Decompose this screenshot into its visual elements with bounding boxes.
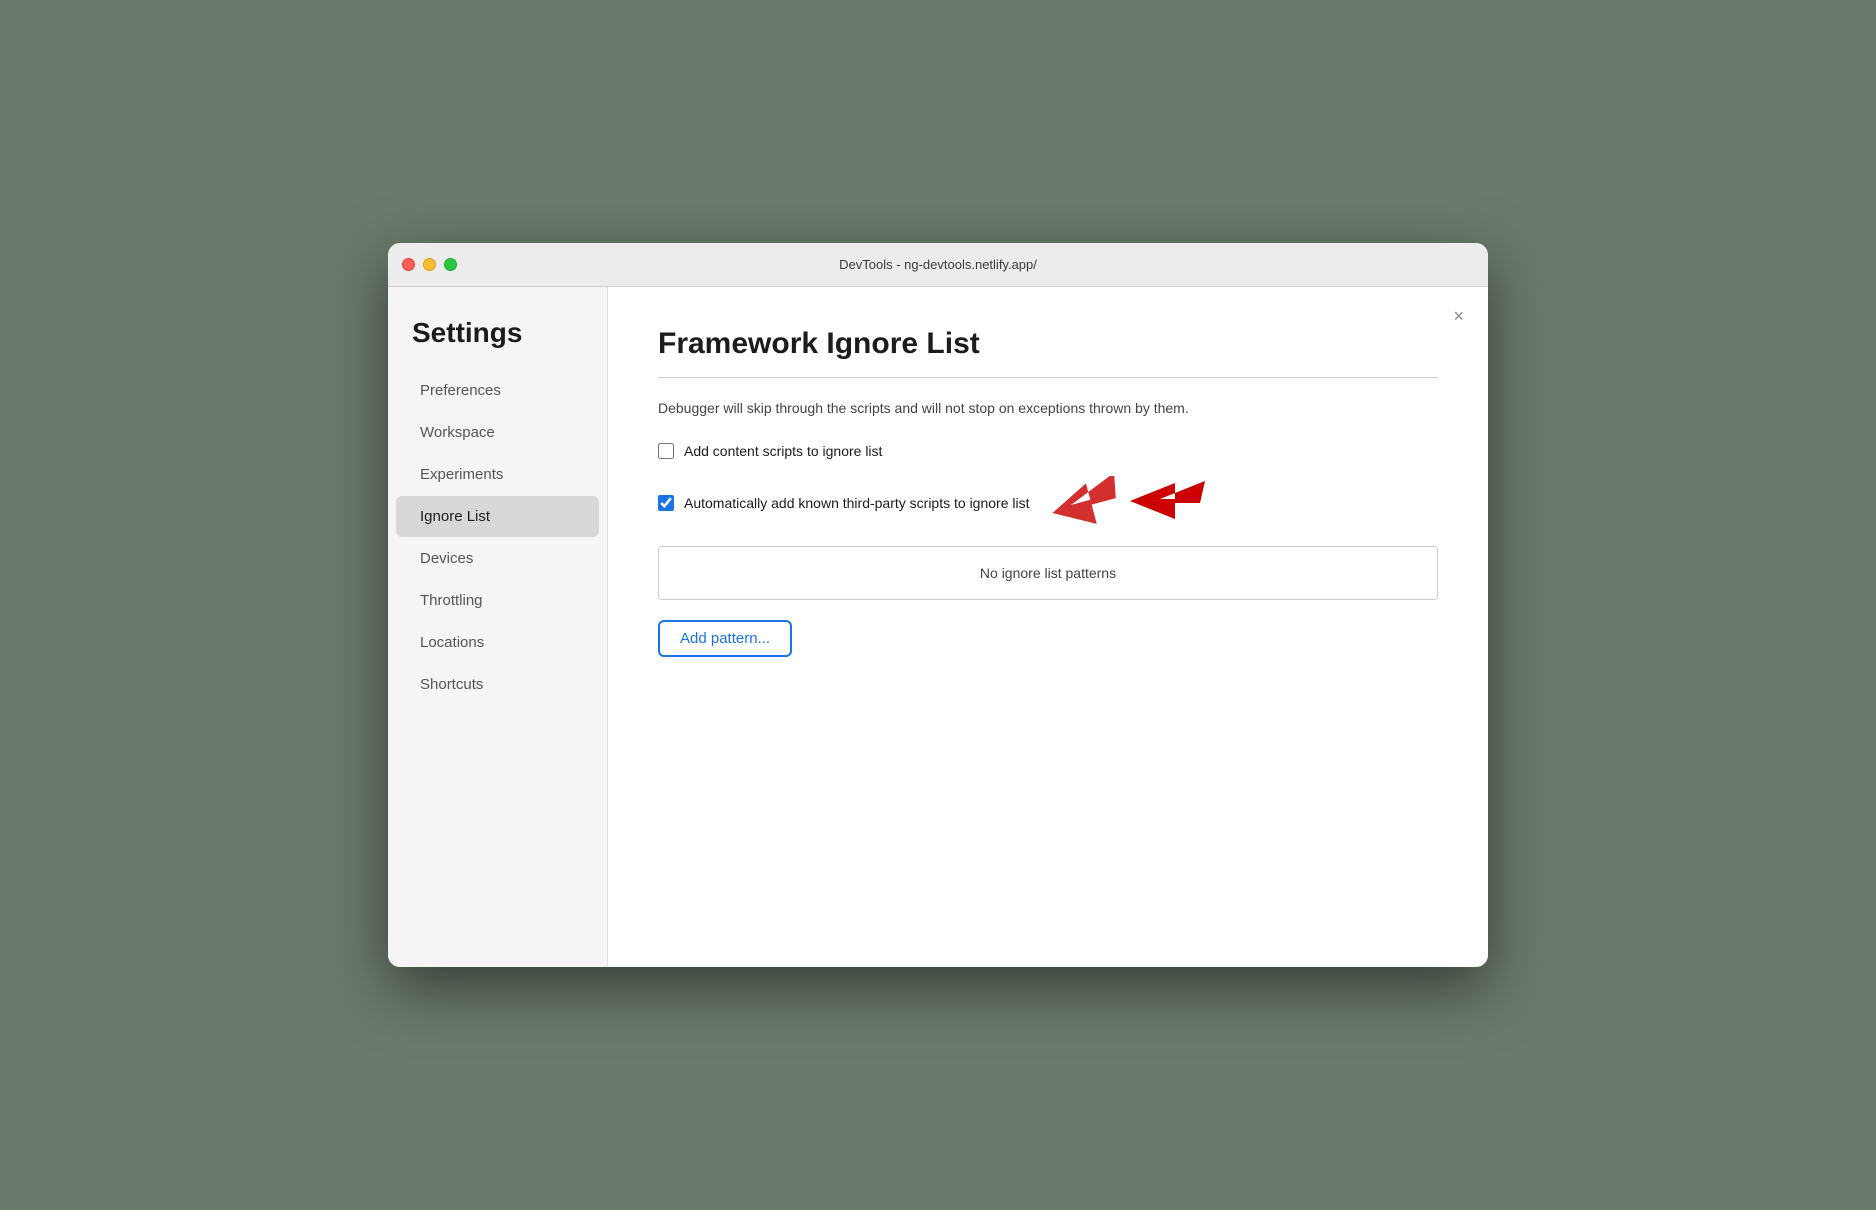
close-button[interactable]: × bbox=[1453, 307, 1464, 325]
close-traffic-light[interactable] bbox=[402, 258, 415, 271]
sidebar-item-shortcuts[interactable]: Shortcuts bbox=[396, 664, 599, 705]
add-pattern-button[interactable]: Add pattern... bbox=[658, 620, 792, 657]
no-patterns-box: No ignore list patterns bbox=[658, 546, 1438, 600]
maximize-traffic-light[interactable] bbox=[444, 258, 457, 271]
sidebar-title: Settings bbox=[388, 317, 607, 369]
description-text: Debugger will skip through the scripts a… bbox=[658, 398, 1438, 419]
sidebar-item-devices[interactable]: Devices bbox=[396, 538, 599, 579]
auto-add-third-party-label[interactable]: Automatically add known third-party scri… bbox=[684, 495, 1029, 511]
add-content-scripts-checkbox[interactable] bbox=[658, 443, 674, 459]
app-window: DevTools - ng-devtools.netlify.app/ Sett… bbox=[388, 243, 1488, 967]
checkbox-row-third-party: Automatically add known third-party scri… bbox=[658, 471, 1438, 534]
sidebar-item-preferences[interactable]: Preferences bbox=[396, 370, 599, 411]
sidebar-item-experiments[interactable]: Experiments bbox=[396, 454, 599, 495]
minimize-traffic-light[interactable] bbox=[423, 258, 436, 271]
sidebar-item-ignore-list[interactable]: Ignore List bbox=[396, 496, 599, 537]
sidebar-item-throttling[interactable]: Throttling bbox=[396, 580, 599, 621]
main-content: × Framework Ignore List Debugger will sk… bbox=[608, 287, 1488, 967]
sidebar-item-workspace[interactable]: Workspace bbox=[396, 412, 599, 453]
page-title: Framework Ignore List bbox=[658, 327, 1438, 361]
auto-add-third-party-checkbox[interactable] bbox=[658, 495, 674, 511]
sidebar-item-locations[interactable]: Locations bbox=[396, 622, 599, 663]
add-content-scripts-label[interactable]: Add content scripts to ignore list bbox=[684, 443, 882, 459]
red-arrow-annotation bbox=[1051, 471, 1205, 534]
title-bar: DevTools - ng-devtools.netlify.app/ bbox=[388, 243, 1488, 287]
sidebar: Settings Preferences Workspace Experimen… bbox=[388, 287, 608, 967]
window-body: Settings Preferences Workspace Experimen… bbox=[388, 287, 1488, 967]
checkbox-row-content-scripts: Add content scripts to ignore list bbox=[658, 443, 1438, 459]
window-title: DevTools - ng-devtools.netlify.app/ bbox=[839, 257, 1037, 272]
traffic-lights bbox=[402, 258, 457, 271]
section-divider bbox=[658, 377, 1438, 378]
no-patterns-text: No ignore list patterns bbox=[980, 565, 1116, 581]
